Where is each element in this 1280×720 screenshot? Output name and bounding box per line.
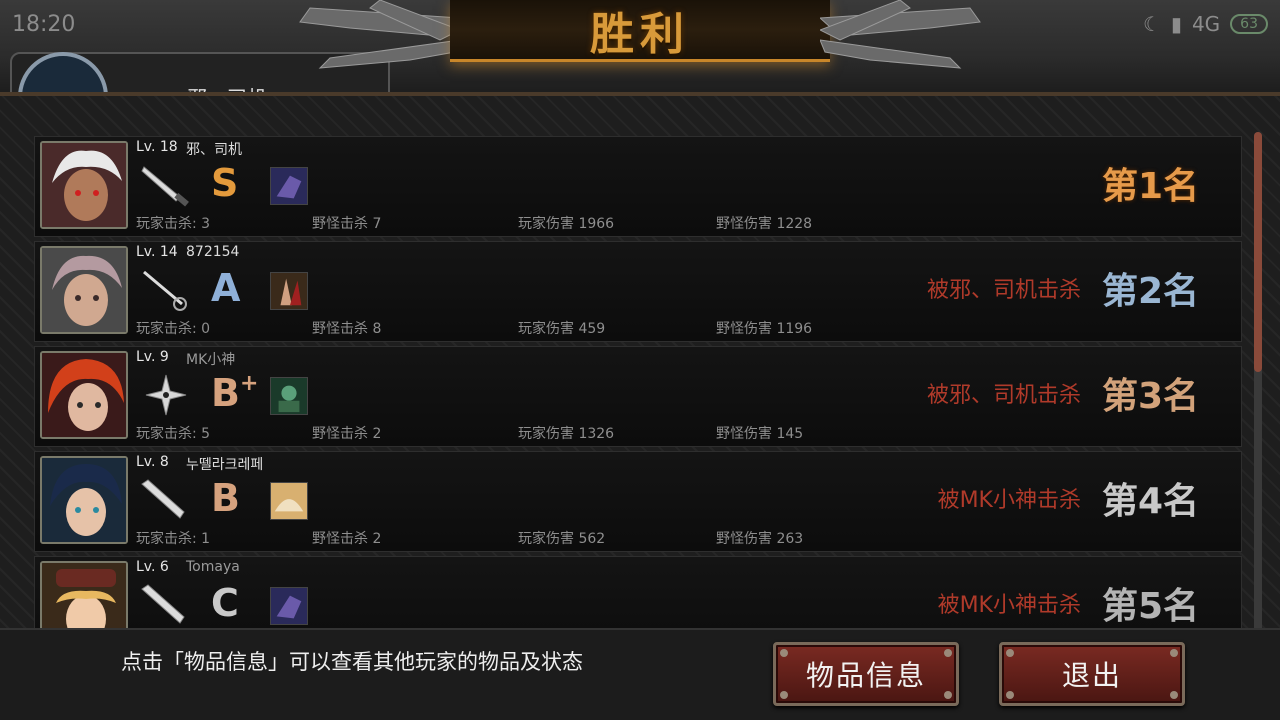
player-level: Lv. 8 <box>136 454 169 470</box>
player-name: 邪、司机 <box>186 142 242 158</box>
item-icon[interactable] <box>270 377 308 415</box>
grade-badge: B+ <box>211 371 259 415</box>
killed-by-label: 被邪、司机击杀 <box>926 383 1081 408</box>
player-level: Lv. 14 <box>136 244 178 260</box>
crossed-guns-icon <box>299 0 460 69</box>
killed-by-label: 被邪、司机击杀 <box>926 278 1081 303</box>
list-item[interactable]: Lv. 8 누뗄라크레페 B 玩家击杀: 1 野怪击杀 2 玩家伤害 562 野… <box>34 451 1242 552</box>
item-info-button-label: 物品信息 <box>805 659 926 692</box>
shuriken-icon <box>145 374 187 416</box>
item-icon[interactable] <box>270 167 308 205</box>
victory-banner: 胜利 <box>290 0 990 70</box>
list-item[interactable]: Lv. 6 Tomaya C 被MK小神击杀 第5名 <box>34 556 1242 632</box>
list-item[interactable]: Lv. 18 邪、司机 S 玩家击杀: 3 野怪击杀 7 玩家伤害 1966 野… <box>34 136 1242 237</box>
monster-kills: 野怪击杀 2 <box>312 531 382 547</box>
scrollbar-thumb[interactable] <box>1254 132 1262 372</box>
list-item[interactable]: Lv. 14 872154 A 玩家击杀: 0 野怪击杀 8 玩家伤害 459 … <box>34 241 1242 342</box>
rapier-icon <box>143 270 187 311</box>
exit-button[interactable]: 退出 <box>999 642 1185 706</box>
player-level: Lv. 6 <box>136 559 169 575</box>
player-name: 872154 <box>186 244 240 260</box>
killed-by-label: 被MK小神击杀 <box>937 593 1081 618</box>
signal-icon: ▮ <box>1170 12 1182 36</box>
rank-label: 第2名 <box>1101 271 1199 312</box>
rank-label: 第3名 <box>1101 376 1199 417</box>
player-level: Lv. 18 <box>136 139 178 155</box>
grade-badge: A <box>211 266 241 310</box>
moon-icon: ☾ <box>1142 12 1161 36</box>
player-level: Lv. 9 <box>136 349 169 365</box>
player-portrait <box>40 351 128 439</box>
rank-label: 第1名 <box>1101 166 1199 207</box>
monster-kills: 野怪击杀 8 <box>312 321 382 337</box>
footer-bar: 点击「物品信息」可以查看其他玩家的物品及状态 物品信息 退出 <box>0 628 1280 720</box>
killed-by-label: 被MK小神击杀 <box>937 488 1081 513</box>
player-name: Tomaya <box>186 559 240 575</box>
grade-badge: C <box>211 581 239 625</box>
knife-icon <box>141 166 189 207</box>
status-icons: ☾ ▮ 4G 63 <box>1143 12 1268 36</box>
item-icon[interactable] <box>270 587 308 625</box>
player-kills: 玩家击杀: 3 <box>136 216 211 232</box>
item-info-button[interactable]: 物品信息 <box>773 642 959 706</box>
crossed-guns-icon <box>820 0 981 69</box>
monster-damage: 野怪伤害 145 <box>716 426 804 442</box>
player-kills: 玩家击杀: 0 <box>136 321 211 337</box>
bat-icon <box>141 584 185 624</box>
player-portrait <box>40 141 128 229</box>
player-portrait <box>40 561 128 632</box>
player-damage: 玩家伤害 1326 <box>518 426 615 442</box>
player-kills: 玩家击杀: 1 <box>136 531 211 547</box>
victory-title: 胜利 <box>590 8 690 60</box>
monster-damage: 野怪伤害 263 <box>716 531 804 547</box>
grade-badge: B <box>211 476 240 520</box>
player-damage: 玩家伤害 562 <box>518 531 606 547</box>
monster-kills: 野怪击杀 7 <box>312 216 382 232</box>
network-type: 4G <box>1191 12 1221 36</box>
player-portrait <box>40 246 128 334</box>
player-portrait <box>40 456 128 544</box>
rank-label: 第4名 <box>1101 481 1199 522</box>
player-damage: 玩家伤害 1966 <box>518 216 615 232</box>
status-time: 18:20 <box>12 12 76 37</box>
exit-button-label: 退出 <box>1061 659 1122 692</box>
monster-kills: 野怪击杀 2 <box>312 426 382 442</box>
player-name: 누뗄라크레페 <box>186 457 264 473</box>
monster-damage: 野怪伤害 1196 <box>716 321 813 337</box>
hint-text: 点击「物品信息」可以查看其他玩家的物品及状态 <box>121 650 583 674</box>
item-icon[interactable] <box>270 482 308 520</box>
results-panel: Lv. 18 邪、司机 S 玩家击杀: 3 野怪击杀 7 玩家伤害 1966 野… <box>0 92 1280 720</box>
scrollbar[interactable] <box>1254 132 1262 632</box>
player-kills: 玩家击杀: 5 <box>136 426 211 442</box>
bat-icon <box>141 479 185 519</box>
list-item[interactable]: Lv. 9 MK小神 B+ 玩家击杀: 5 野怪击杀 2 玩家伤害 1326 野… <box>34 346 1242 447</box>
monster-damage: 野怪伤害 1228 <box>716 216 813 232</box>
player-damage: 玩家伤害 459 <box>518 321 606 337</box>
item-icon[interactable] <box>270 272 308 310</box>
player-name: MK小神 <box>186 352 236 368</box>
rank-label: 第5名 <box>1101 586 1199 627</box>
grade-badge: S <box>211 161 239 205</box>
title-plate: 胜利 <box>450 0 830 62</box>
player-results-list[interactable]: Lv. 18 邪、司机 S 玩家击杀: 3 野怪击杀 7 玩家伤害 1966 野… <box>34 136 1244 632</box>
battery-icon: 63 <box>1230 14 1268 34</box>
